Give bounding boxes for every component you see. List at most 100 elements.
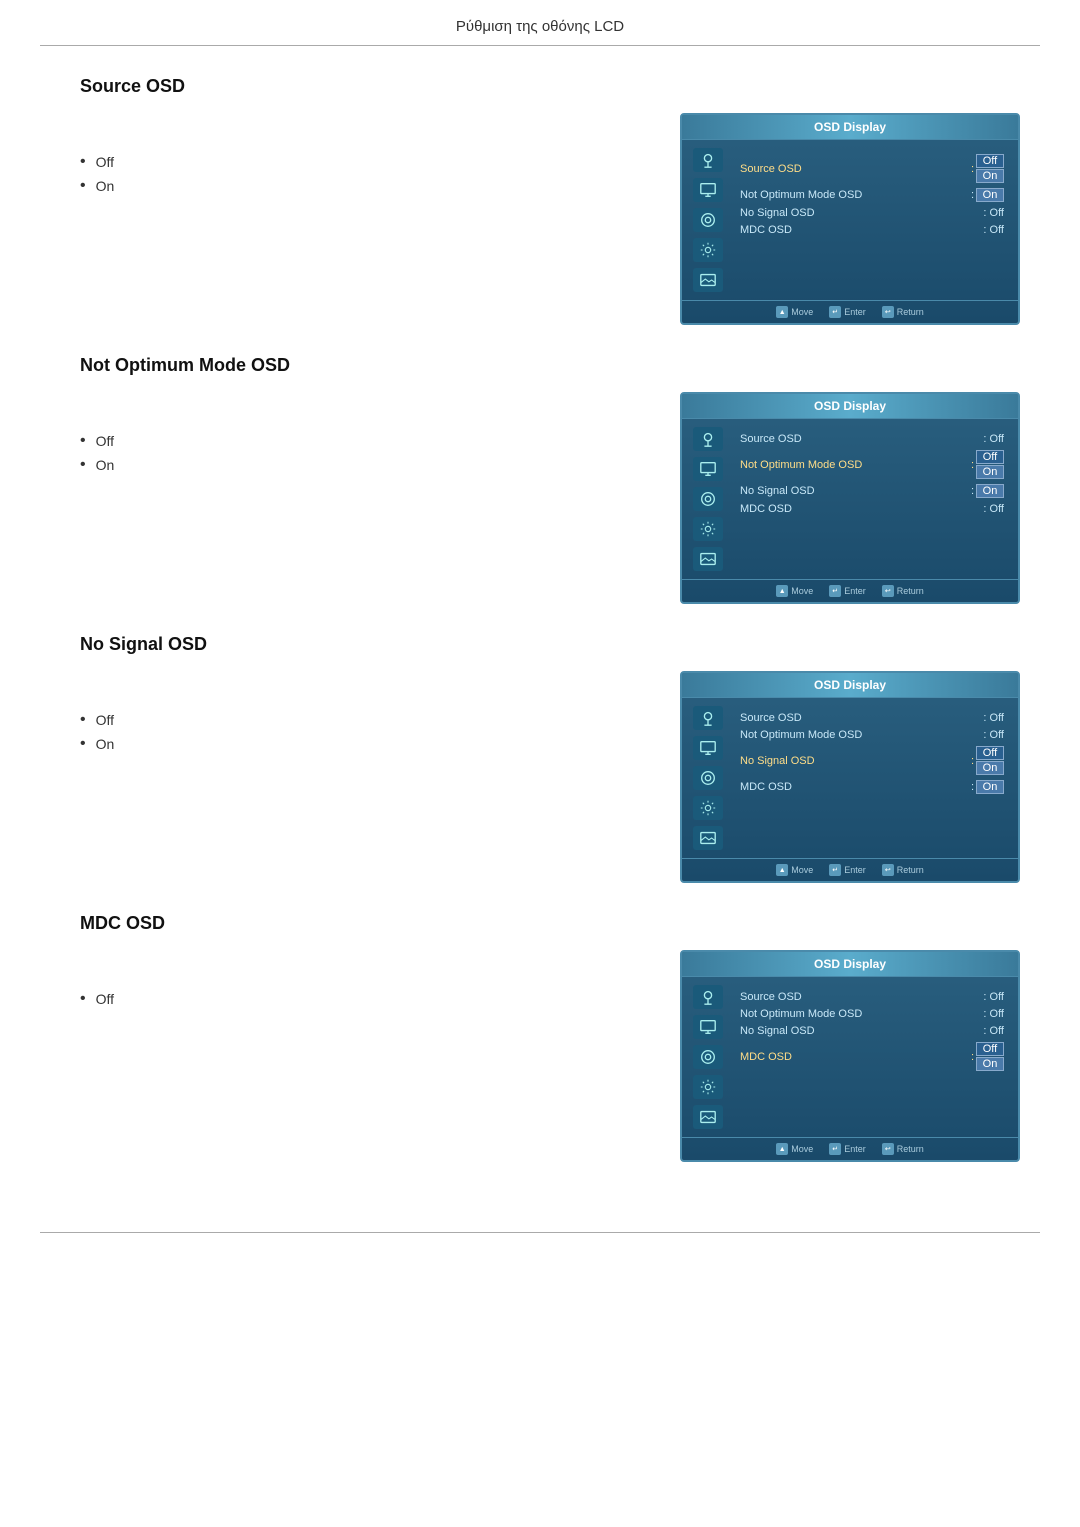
bullet: • xyxy=(80,456,86,474)
osd-footer: ▲Move ↵Enter ↩Return xyxy=(682,858,1018,881)
osd-value-wrap: OffOn xyxy=(976,154,1004,183)
option-label: Off xyxy=(96,433,114,449)
osd-panel-mdc-osd: OSD Display Source OSD: OffNot Optimum M… xyxy=(680,950,1020,1162)
osd-icon-3 xyxy=(693,1045,723,1069)
osd-icon-1 xyxy=(693,427,723,451)
footer-item-0: ▲Move xyxy=(776,585,813,597)
footer-item-2: ↩Return xyxy=(882,1143,924,1155)
osd-row-value: : Off xyxy=(983,712,1004,724)
footer-label-0: Move xyxy=(791,1144,813,1154)
option-off: •Off xyxy=(80,153,260,171)
content-area: Source OSD•Off•OnOSD Display Source OSD … xyxy=(0,46,1080,1222)
osd-row-colon: : xyxy=(971,189,974,201)
option-off: • Off xyxy=(80,432,260,450)
osd-row-label: MDC OSD xyxy=(740,224,983,236)
osd-row-value: On xyxy=(976,780,1004,794)
osd-value-wrap: OffOn xyxy=(976,746,1004,775)
footer-item-2: ↩Return xyxy=(882,864,924,876)
osd-row-label: Source OSD xyxy=(740,712,983,724)
footer-icon-2: ↩ xyxy=(882,306,894,318)
osd-row-value: : Off xyxy=(983,207,1004,219)
osd-icon-1 xyxy=(693,148,723,172)
osd-row-value: : Off xyxy=(983,1025,1004,1037)
osd-value-off: Off xyxy=(976,450,1004,464)
footer-icon-1: ↵ xyxy=(829,306,841,318)
bullet: • xyxy=(80,735,86,753)
osd-row-value: On xyxy=(976,484,1004,498)
osd-body: Source OSD: Off Not Optimum Mode OSD: Off… xyxy=(682,977,1018,1137)
osd-icon-2 xyxy=(693,1015,723,1039)
osd-row-3: MDC OSD: Off xyxy=(736,222,1008,238)
option-label: Off xyxy=(96,712,114,728)
section-no-signal-osd: No Signal OSD •Off • On OSD Display Source O… xyxy=(80,634,1020,883)
footer-label-0: Move xyxy=(791,586,813,596)
footer-icon-1: ↵ xyxy=(829,585,841,597)
osd-icon-5 xyxy=(693,1105,723,1129)
osd-body: Source OSD: OffNot Optimum Mode OSD: Off… xyxy=(682,698,1018,858)
footer-item-0: ▲Move xyxy=(776,306,813,318)
osd-row-0: Source OSD: Off xyxy=(736,989,1008,1005)
osd-icon-2 xyxy=(693,736,723,760)
footer-label-2: Return xyxy=(897,865,924,875)
osd-row-colon: : xyxy=(971,163,974,175)
osd-icon-4 xyxy=(693,238,723,262)
spacer: •Off•On xyxy=(80,671,260,753)
osd-icon-4 xyxy=(693,796,723,820)
osd-row-value: : Off xyxy=(983,433,1004,445)
osd-row-label: Not Optimum Mode OSD xyxy=(740,459,969,471)
options-no-signal-osd: •Off•On xyxy=(80,711,260,753)
footer-item-1: ↵Enter xyxy=(829,864,866,876)
osd-menu: Source OSD: Off Not Optimum Mode OSD: Off… xyxy=(734,985,1010,1129)
options-mdc-osd: •Off xyxy=(80,990,260,1008)
osd-row-0: Source OSD: Off xyxy=(736,710,1008,726)
osd-row-1: Not Optimum Mode OSD : On xyxy=(736,186,1008,204)
osd-row-label: Not Optimum Mode OSD xyxy=(740,189,969,201)
osd-icon-5 xyxy=(693,826,723,850)
osd-row-label: MDC OSD xyxy=(740,503,983,515)
osd-icons xyxy=(690,427,726,571)
osd-row-colon: : xyxy=(971,1051,974,1063)
osd-value-on: On xyxy=(976,1057,1004,1071)
footer-item-2: ↩Return xyxy=(882,585,924,597)
spacer: •Off•On xyxy=(80,392,260,474)
osd-body: Source OSD: OffNot Optimum Mode OSD : Of… xyxy=(682,419,1018,579)
osd-panel-not-optimum-mode-osd: OSD Display Source OSD: OffNot Optimum M… xyxy=(680,392,1020,604)
footer-icon-2: ↩ xyxy=(882,1143,894,1155)
footer-item-1: ↵Enter xyxy=(829,585,866,597)
osd-icon-1 xyxy=(693,985,723,1009)
footer-icon-0: ▲ xyxy=(776,306,788,318)
footer-item-0: ▲Move xyxy=(776,1143,813,1155)
footer-label-2: Return xyxy=(897,586,924,596)
option-off: •Off xyxy=(80,711,260,729)
bullet: • xyxy=(80,432,86,450)
section-mdc-osd: MDC OSD •Off OSD Display Source OSD: OffNo… xyxy=(80,913,1020,1162)
footer-label-0: Move xyxy=(791,307,813,317)
footer-icon-0: ▲ xyxy=(776,1143,788,1155)
footer-item-0: ▲Move xyxy=(776,864,813,876)
footer-label-1: Enter xyxy=(844,586,866,596)
osd-menu: Source OSD: OffNot Optimum Mode OSD : Of… xyxy=(734,427,1010,571)
footer-icon-2: ↩ xyxy=(882,864,894,876)
osd-row-2: No Signal OSD: Off xyxy=(736,205,1008,221)
section-title-mdc-osd: MDC OSD xyxy=(80,913,1020,934)
section-body-source-osd: •Off•OnOSD Display Source OSD : OffOnNot… xyxy=(80,113,1020,325)
osd-title-bar: OSD Display xyxy=(682,115,1018,140)
footer-icon-0: ▲ xyxy=(776,864,788,876)
osd-row-colon: : xyxy=(971,781,974,793)
osd-row-label: No Signal OSD xyxy=(740,755,969,767)
osd-row-value: : Off xyxy=(983,991,1004,1003)
osd-row-label: Not Optimum Mode OSD xyxy=(740,729,983,741)
osd-row-label: No Signal OSD xyxy=(740,207,983,219)
footer-item-1: ↵Enter xyxy=(829,1143,866,1155)
osd-row-label: Not Optimum Mode OSD xyxy=(740,1008,983,1020)
osd-row-1: Not Optimum Mode OSD : OffOn xyxy=(736,448,1008,481)
osd-value-wrap: OffOn xyxy=(976,450,1004,479)
footer-icon-1: ↵ xyxy=(829,1143,841,1155)
section-body-not-optimum-mode-osd: • Off • OnOSD Display Source OSD: OffNot Op… xyxy=(80,392,1020,604)
bullet: • xyxy=(80,990,86,1008)
footer-item-2: ↩Return xyxy=(882,306,924,318)
bullet: • xyxy=(80,177,86,195)
footer-icon-1: ↵ xyxy=(829,864,841,876)
osd-row-label: Source OSD xyxy=(740,163,969,175)
osd-title-bar: OSD Display xyxy=(682,673,1018,698)
